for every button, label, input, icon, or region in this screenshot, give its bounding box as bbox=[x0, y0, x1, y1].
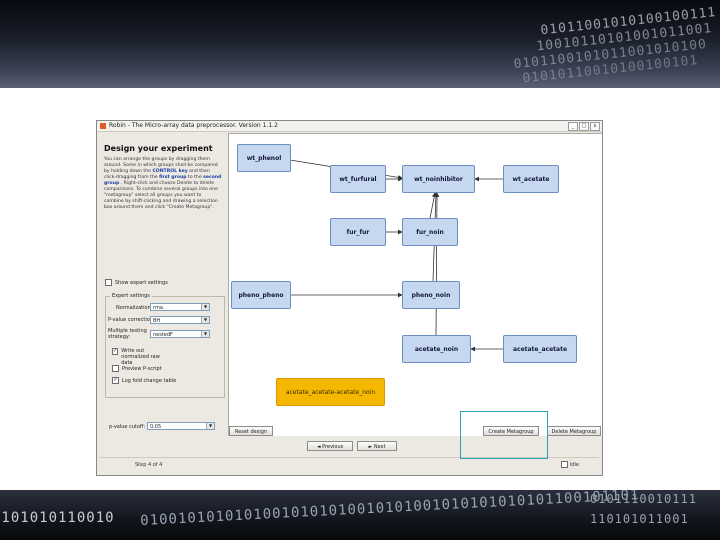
select-value: BH bbox=[153, 318, 161, 324]
checkbox-label: Show expert settings bbox=[115, 279, 168, 286]
normalization-select[interactable]: rma ▼ bbox=[150, 303, 210, 311]
group-node[interactable]: pheno_pheno bbox=[231, 281, 291, 309]
group-node[interactable]: fur_fur bbox=[330, 218, 386, 246]
instructions-highlight: CONTROL key bbox=[152, 169, 188, 174]
pvalue-cutoff-select[interactable]: 0.05 ▼ bbox=[147, 422, 215, 430]
app-icon bbox=[100, 123, 106, 129]
slide-footer-banner: 0101010110010 01001010101010010101010010… bbox=[0, 490, 720, 540]
chevron-down-icon[interactable]: ▼ bbox=[206, 423, 214, 429]
experiment-design-canvas[interactable]: wt_phenol wt_furfural wt_noinhibitor wt_… bbox=[228, 133, 602, 436]
chevron-down-icon[interactable]: ▼ bbox=[201, 331, 209, 337]
chevron-down-icon[interactable]: ▼ bbox=[201, 317, 209, 323]
chevron-down-icon[interactable]: ▼ bbox=[201, 304, 209, 310]
multiple-testing-label: Multiple testing strategy: bbox=[108, 328, 147, 340]
write-normalized-checkbox[interactable]: ✓ Write out normalized raw data bbox=[112, 348, 172, 366]
pvalue-cutoff-label: p-value cutoff: bbox=[109, 424, 146, 430]
window-titlebar: Robin - The Micro-array data preprocesso… bbox=[97, 121, 602, 132]
group-title: Expert settings bbox=[110, 293, 152, 299]
preview-plot-checkbox[interactable]: Preview P-script bbox=[112, 365, 162, 372]
comparison-edge bbox=[434, 192, 440, 336]
close-button[interactable]: x bbox=[590, 122, 600, 131]
next-button[interactable]: ► Next bbox=[357, 441, 397, 451]
delete-metagroup-button[interactable]: Delete Metagroup bbox=[547, 426, 601, 436]
checkbox-box[interactable] bbox=[105, 279, 112, 286]
settings-panel: Design your experiment You can arrange t… bbox=[99, 133, 227, 433]
group-node[interactable]: wt_noinhibitor bbox=[402, 165, 475, 193]
group-node[interactable]: wt_phenol bbox=[237, 144, 291, 172]
instructions-text: You can arrange the groups by dragging t… bbox=[104, 157, 222, 211]
group-node[interactable]: acetate_noin bbox=[402, 335, 471, 363]
group-node[interactable]: pheno_noin bbox=[402, 281, 460, 309]
instructions-highlight: first group bbox=[159, 175, 187, 180]
group-node[interactable]: wt_furfural bbox=[330, 165, 386, 193]
log-fold-change-checkbox[interactable]: ✓ Log fold change table bbox=[112, 377, 176, 384]
window-controls: _ □ x bbox=[568, 122, 600, 131]
checkbox-label: Log fold change table bbox=[122, 377, 177, 384]
pvalue-correction-select[interactable]: BH ▼ bbox=[150, 316, 210, 324]
checkbox-box[interactable] bbox=[112, 365, 119, 372]
previous-button[interactable]: ◄ Previous bbox=[307, 441, 353, 451]
minimize-button[interactable]: _ bbox=[568, 122, 578, 131]
group-node[interactable]: wt_acetate bbox=[503, 165, 559, 193]
checkbox-box[interactable]: ✓ bbox=[112, 377, 119, 384]
status-indicator bbox=[560, 461, 568, 468]
normalization-label: Normalization: bbox=[116, 305, 153, 311]
binary-decoration: 110101011001 bbox=[590, 512, 689, 526]
window-title: Robin - The Micro-array data preprocesso… bbox=[109, 122, 278, 129]
status-label: Idle bbox=[569, 462, 579, 468]
binary-decoration: 0101010110010 bbox=[0, 510, 115, 526]
pvalue-correction-label: P-value correction: bbox=[108, 317, 155, 323]
panel-heading: Design your experiment bbox=[104, 144, 213, 153]
checkbox-label: Preview P-script bbox=[122, 365, 162, 372]
expert-settings-group: Expert settings Normalization: rma ▼ P-v… bbox=[105, 293, 225, 398]
group-node[interactable]: acetate_acetate bbox=[503, 335, 577, 363]
metagroup-node[interactable]: acetate_acetate-acetate_noin bbox=[276, 378, 385, 406]
maximize-button[interactable]: □ bbox=[579, 122, 589, 131]
instructions-part: to the bbox=[188, 175, 202, 180]
binary-decoration: 0101110010111 bbox=[590, 492, 697, 506]
status-bar: Step 4 of 4 Idle bbox=[99, 457, 599, 474]
reset-design-button[interactable]: Reset design bbox=[229, 426, 273, 436]
select-value: 0.05 bbox=[150, 424, 162, 430]
comparison-edge bbox=[429, 192, 437, 219]
group-node[interactable]: fur_noin bbox=[402, 218, 458, 246]
multiple-testing-select[interactable]: nestedF ▼ bbox=[150, 330, 210, 338]
create-metagroup-highlight bbox=[460, 411, 548, 459]
checkbox-label: Write out normalized raw data bbox=[121, 348, 160, 366]
select-value: rma bbox=[153, 305, 163, 311]
slide-header-banner: 01011001010100100111 1001011010100101100… bbox=[0, 0, 720, 88]
binary-decoration: 0100101010101001010101001010100101010101… bbox=[139, 490, 640, 530]
show-expert-checkbox[interactable]: Show expert settings bbox=[105, 279, 168, 286]
select-value: nestedF bbox=[153, 332, 173, 338]
step-indicator: Step 4 of 4 bbox=[135, 462, 163, 468]
instructions-part: . Right-click and choose Delete to delet… bbox=[104, 181, 218, 210]
checkbox-box[interactable]: ✓ bbox=[112, 348, 119, 355]
status-text: Idle bbox=[560, 461, 579, 468]
